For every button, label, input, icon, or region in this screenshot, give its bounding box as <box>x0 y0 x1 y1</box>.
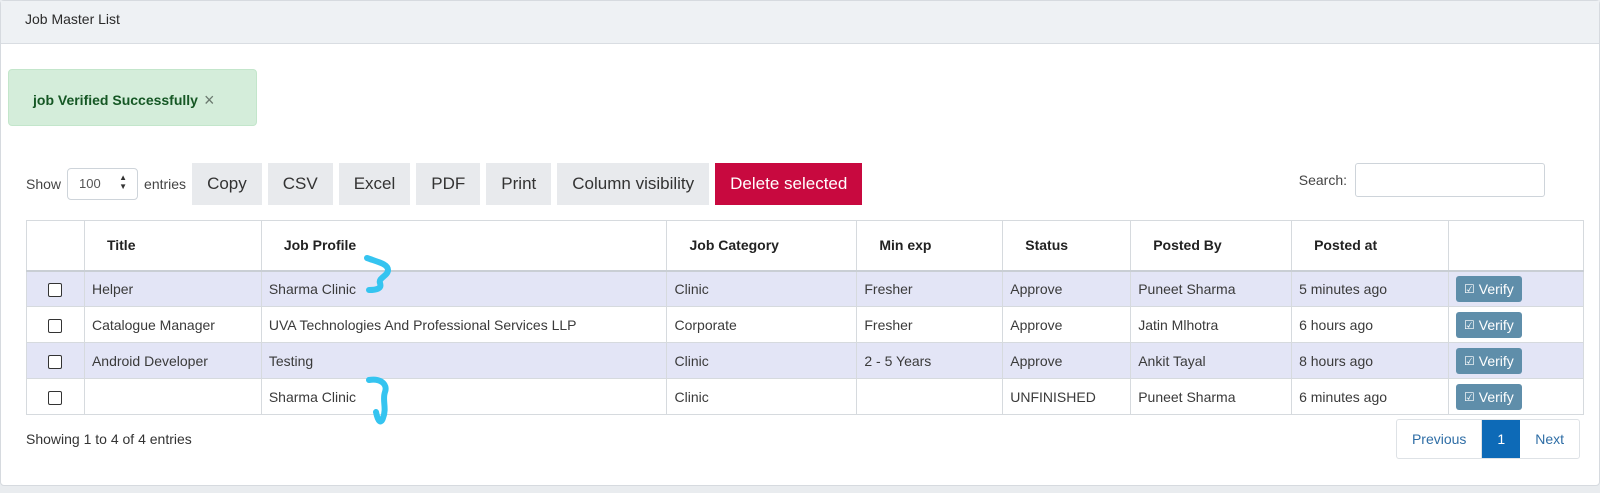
job-master-card: Job Master List job Verified Successfull… <box>0 0 1600 486</box>
next-page-button[interactable]: Next <box>1520 420 1579 458</box>
cell-status: Approve <box>1002 270 1132 307</box>
cell-category: Clinic <box>666 270 858 307</box>
excel-button[interactable]: Excel <box>338 163 411 205</box>
col-posted-by[interactable]: Posted By <box>1130 220 1293 272</box>
table-info: Showing 1 to 4 of 4 entries <box>26 431 192 447</box>
row-checkbox[interactable] <box>47 354 62 369</box>
row-checkbox-cell <box>26 342 85 379</box>
table-header-row: Title Job Profile Job Category Min exp S… <box>26 220 1585 272</box>
verify-label: Verify <box>1478 280 1514 297</box>
close-icon[interactable]: × <box>204 90 215 111</box>
copy-button[interactable]: Copy <box>192 163 262 205</box>
cell-min-exp: Fresher <box>856 306 1004 343</box>
verify-label: Verify <box>1478 388 1514 405</box>
cell-category: Clinic <box>666 378 858 415</box>
search-input[interactable] <box>1355 163 1545 197</box>
cell-profile: Sharma Clinic <box>260 270 668 307</box>
entries-length-select[interactable]: 100 ▲ ▼ <box>67 168 139 200</box>
success-alert: job Verified Successfully × <box>8 69 257 126</box>
cell-posted-by: Puneet Sharma <box>1130 378 1293 415</box>
verify-label: Verify <box>1478 352 1514 369</box>
col-action <box>1447 220 1585 272</box>
search-box: Search: <box>1299 163 1545 197</box>
verify-button[interactable]: ☑ Verify <box>1455 311 1522 338</box>
cell-action: ☑ Verify <box>1447 342 1585 379</box>
csv-button[interactable]: CSV <box>267 163 333 205</box>
cell-posted-at: 6 hours ago <box>1291 306 1449 343</box>
verify-label: Verify <box>1478 316 1514 333</box>
cell-profile: Testing <box>260 342 668 379</box>
cell-status: Approve <box>1002 342 1132 379</box>
table-toolbar: Show 100 ▲ ▼ entries Copy CSV Excel PDF P… <box>26 163 863 205</box>
cell-status: Approve <box>1002 306 1132 343</box>
table-row: Catalogue Manager UVA Technologies And P… <box>26 306 1585 343</box>
delete-selected-button[interactable]: Delete selected <box>715 163 863 205</box>
check-square-icon: ☑ <box>1463 353 1475 368</box>
check-square-icon: ☑ <box>1463 389 1475 404</box>
alert-message: job Verified Successfully <box>33 92 198 108</box>
entries-label: entries <box>144 176 187 192</box>
row-checkbox-cell <box>26 378 85 415</box>
cell-posted-by: Jatin Mlhotra <box>1130 306 1293 343</box>
col-status[interactable]: Status <box>1002 220 1132 272</box>
previous-page-button[interactable]: Previous <box>1397 420 1483 458</box>
verify-button[interactable]: ☑ Verify <box>1455 275 1522 302</box>
col-job-category[interactable]: Job Category <box>666 220 858 272</box>
verify-button[interactable]: ☑ Verify <box>1455 383 1522 410</box>
cell-action: ☑ Verify <box>1447 378 1585 415</box>
cell-action: ☑ Verify <box>1447 306 1585 343</box>
show-label: Show <box>26 176 62 192</box>
cell-title: Catalogue Manager <box>83 306 262 343</box>
verify-button[interactable]: ☑ Verify <box>1455 347 1522 374</box>
row-checkbox-cell <box>26 306 85 343</box>
col-job-profile[interactable]: Job Profile <box>260 220 668 272</box>
col-posted-at[interactable]: Posted at <box>1291 220 1449 272</box>
row-checkbox[interactable] <box>47 390 62 405</box>
cell-min-exp: 2 - 5 Years <box>856 342 1004 379</box>
check-square-icon: ☑ <box>1463 281 1475 296</box>
col-title[interactable]: Title <box>83 220 262 272</box>
pagination: Previous 1 Next <box>1395 419 1580 459</box>
table-row: Sharma Clinic Clinic UNFINISHED Puneet S… <box>26 378 1585 415</box>
select-arrows-icon: ▲ ▼ <box>119 173 128 191</box>
cell-posted-by: Ankit Tayal <box>1130 342 1293 379</box>
pdf-button[interactable]: PDF <box>416 163 481 205</box>
cell-category: Corporate <box>666 306 858 343</box>
row-checkbox[interactable] <box>47 282 62 297</box>
entries-length-value: 100 <box>79 176 101 191</box>
check-square-icon: ☑ <box>1463 317 1475 332</box>
cell-title <box>83 378 262 415</box>
cell-action: ☑ Verify <box>1447 270 1585 307</box>
cell-profile: Sharma Clinic <box>260 378 668 415</box>
table-row: Helper Sharma Clinic Clinic Fresher Appr… <box>26 270 1585 307</box>
search-label: Search: <box>1298 172 1347 188</box>
jobs-table: Title Job Profile Job Category Min exp S… <box>26 220 1585 415</box>
col-select <box>26 220 85 272</box>
cell-posted-at: 8 hours ago <box>1291 342 1449 379</box>
cell-title: Helper <box>83 270 262 307</box>
cell-min-exp: Fresher <box>856 270 1004 307</box>
cell-category: Clinic <box>666 342 858 379</box>
cell-title: Android Developer <box>83 342 262 379</box>
cell-posted-at: 5 minutes ago <box>1291 270 1449 307</box>
row-checkbox-cell <box>26 270 85 307</box>
print-button[interactable]: Print <box>486 163 552 205</box>
cell-posted-at: 6 minutes ago <box>1291 378 1449 415</box>
cell-min-exp <box>856 378 1004 415</box>
row-checkbox[interactable] <box>47 318 62 333</box>
column-visibility-button[interactable]: Column visibility <box>557 163 710 205</box>
card-header-title: Job Master List <box>1 1 1599 44</box>
cell-profile: UVA Technologies And Professional Servic… <box>260 306 668 343</box>
cell-posted-by: Puneet Sharma <box>1130 270 1293 307</box>
page-1-button[interactable]: 1 <box>1482 420 1521 458</box>
cell-status: UNFINISHED <box>1002 378 1132 415</box>
table-row: Android Developer Testing Clinic 2 - 5 Y… <box>26 342 1585 379</box>
col-min-exp[interactable]: Min exp <box>856 220 1004 272</box>
